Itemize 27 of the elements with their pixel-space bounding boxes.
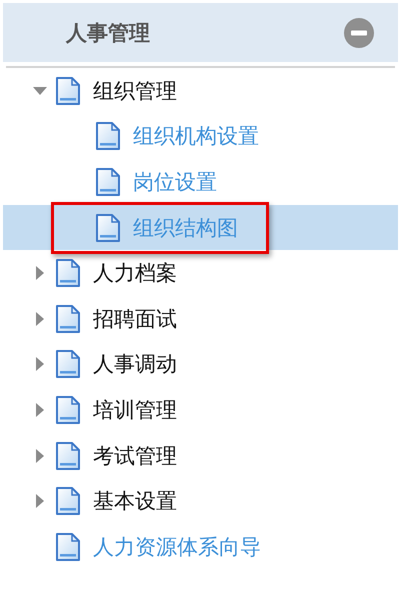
tree-item-label[interactable]: 培训管理 — [93, 396, 177, 424]
tree-item-label[interactable]: 招聘面试 — [93, 304, 177, 333]
document-icon — [55, 258, 81, 288]
collapsed-arrow-icon[interactable] — [34, 265, 46, 282]
document-icon — [55, 532, 81, 562]
collapsed-arrow-icon[interactable] — [34, 493, 46, 510]
collapsed-arrow-icon[interactable] — [34, 310, 46, 327]
document-icon — [55, 304, 81, 334]
collapsed-arrow-icon[interactable] — [34, 356, 46, 372]
document-icon — [95, 166, 121, 197]
collapsed-arrow-icon[interactable] — [34, 448, 46, 464]
expanded-arrow-icon[interactable] — [32, 84, 48, 97]
tree-item-label[interactable]: 组织管理 — [93, 76, 177, 105]
document-icon — [55, 76, 81, 106]
document-icon — [55, 394, 81, 425]
panel-title: 人事管理 — [66, 20, 150, 46]
tree-item-label[interactable]: 人事调动 — [93, 350, 177, 378]
document-icon — [95, 121, 121, 152]
document-icon — [95, 212, 121, 243]
tree-item-label[interactable]: 考试管理 — [93, 442, 177, 470]
tree-item-label[interactable]: 基本设置 — [93, 487, 177, 516]
document-icon — [55, 486, 81, 516]
document-icon — [55, 440, 81, 471]
collapse-icon[interactable] — [344, 18, 374, 48]
document-icon — [55, 349, 81, 380]
collapsed-arrow-icon[interactable] — [34, 402, 46, 418]
tree-item-label[interactable]: 人力档案 — [93, 259, 177, 288]
